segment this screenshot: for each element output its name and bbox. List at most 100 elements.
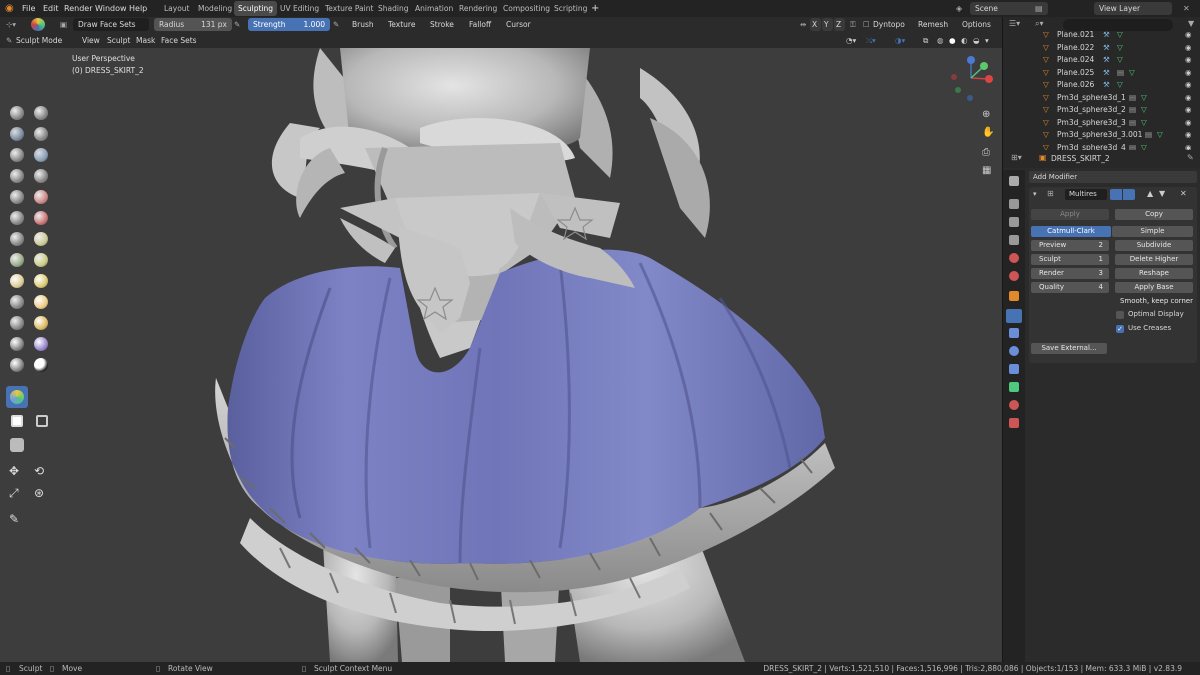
clay-brush-icon[interactable] [10, 127, 24, 141]
tab-uv-editing[interactable]: UV Editing [276, 1, 323, 16]
render-levels-field[interactable]: Render 3 [1031, 268, 1109, 279]
subdivide-button[interactable]: Subdivide [1115, 240, 1193, 251]
layer-brush-icon[interactable] [34, 148, 48, 162]
particles-tab-icon[interactable] [1009, 328, 1019, 338]
tab-shading[interactable]: Shading [374, 1, 412, 16]
fill-brush-icon[interactable] [34, 211, 48, 225]
box-mask-icon[interactable] [11, 415, 23, 427]
3d-viewport[interactable]: User Perspective (0) DRESS_SKIRT_2 ⊕ ✋ ⎙… [0, 48, 1002, 662]
remesh-menu[interactable]: Remesh [918, 18, 948, 31]
tab-sculpting[interactable]: Sculpting [234, 1, 278, 16]
tab-texture-paint[interactable]: Texture Paint [321, 1, 377, 16]
visibility-eye-icon[interactable]: ◉ [1185, 79, 1192, 91]
visibility-eye-icon[interactable]: ◉ [1185, 42, 1192, 54]
view-object-types-icon[interactable]: ◔▾ [846, 34, 856, 47]
tab-layout[interactable]: Layout [160, 1, 194, 16]
close-icon[interactable]: ✕ [1183, 0, 1190, 17]
cursor-menu[interactable]: Cursor [506, 18, 531, 31]
simple-button[interactable]: Simple [1112, 226, 1193, 237]
symmetry-icon[interactable]: ⇹ [800, 18, 806, 31]
scrape-brush-icon[interactable] [10, 232, 24, 246]
show-in-render-toggle[interactable] [1123, 189, 1135, 200]
dyntopo-checkbox[interactable]: ☐ [863, 18, 870, 31]
navigation-gizmo[interactable] [944, 52, 998, 104]
brush-name-field[interactable]: Draw Face Sets [73, 18, 149, 31]
blob-brush-icon[interactable] [34, 169, 48, 183]
world-tab-icon[interactable] [1009, 271, 1019, 281]
radius-pressure-icon[interactable]: ✎ [234, 18, 240, 31]
filter-funnel-icon[interactable]: ▼ [1188, 19, 1194, 28]
outliner-row[interactable]: ▽ Plane.025 ⚒ ▤ ▽ ◉ [1003, 67, 1200, 79]
lock-icon[interactable]: ⚿ [850, 18, 856, 31]
menu-file[interactable]: File [22, 0, 35, 17]
outliner-row[interactable]: ▽ Plane.026 ⚒ ▽ ◉ [1003, 79, 1200, 91]
draw-brush-icon[interactable] [10, 106, 24, 120]
strength-pressure-icon[interactable]: ✎ [333, 18, 339, 31]
shading-rendered-icon[interactable]: ◒ [973, 34, 980, 47]
view-layer-tab-icon[interactable] [1009, 235, 1019, 245]
texture-menu[interactable]: Texture [388, 18, 415, 31]
perspective-toggle-icon[interactable]: ▦ [982, 165, 991, 176]
mirror-y-toggle[interactable]: Y [822, 18, 833, 31]
texture-tab-icon[interactable] [1009, 418, 1019, 428]
cloth-brush-icon[interactable] [34, 337, 48, 351]
shading-solid-icon[interactable]: ● [949, 34, 956, 47]
pan-hand-icon[interactable]: ✋ [982, 127, 994, 138]
brush-menu[interactable]: Brush [352, 18, 374, 31]
view-layer-icon[interactable]: ▤ [1035, 0, 1043, 17]
dyntopo-menu[interactable]: Dyntopo [873, 18, 905, 31]
simplify-brush-icon[interactable] [10, 358, 24, 372]
tab-compositing[interactable]: Compositing [499, 1, 554, 16]
brush-icon[interactable] [31, 18, 45, 31]
render-tab-icon[interactable] [1009, 199, 1019, 209]
visibility-eye-icon[interactable]: ◉ [1185, 29, 1192, 41]
move-tool-icon[interactable]: ✥ [9, 464, 19, 478]
tool-tab-icon[interactable] [1009, 176, 1019, 186]
constraints-tab-icon[interactable] [1009, 364, 1019, 374]
blender-logo-icon[interactable]: ◉ [5, 0, 14, 17]
radius-field[interactable]: Radius 131 px [154, 18, 232, 31]
menu-window[interactable]: Window [95, 0, 127, 17]
pin-icon[interactable]: ✎ [1187, 153, 1194, 162]
mode-selector[interactable]: Sculpt Mode [16, 34, 62, 47]
clay-thumb-brush-icon[interactable] [10, 148, 24, 162]
modifier-tab-icon[interactable] [1006, 309, 1022, 323]
add-modifier-dropdown[interactable]: Add Modifier [1029, 171, 1197, 183]
quality-field[interactable]: Quality 4 [1031, 282, 1109, 293]
outliner-row[interactable]: ▽ Pm3d_sphere3d_1 ▤ ▽ ◉ [1003, 92, 1200, 104]
modifier-name-field[interactable]: Multires [1065, 189, 1107, 200]
outliner-editor-icon[interactable]: ☰▾ [1009, 19, 1020, 28]
move-down-icon[interactable]: ▼ [1159, 189, 1165, 198]
outliner-row[interactable]: ▽ Plane.024 ⚒ ▽ ◉ [1003, 54, 1200, 66]
material-tab-icon[interactable] [1009, 400, 1019, 410]
visibility-eye-icon[interactable]: ◉ [1185, 142, 1192, 150]
thumb-brush-icon[interactable] [10, 295, 24, 309]
annotate-tool-icon[interactable]: ✎ [9, 512, 19, 526]
tab-animation[interactable]: Animation [411, 1, 457, 16]
shading-wireframe-icon[interactable]: ◍ [937, 34, 944, 47]
delete-higher-button[interactable]: Delete Higher [1115, 254, 1193, 265]
catmull-clark-button[interactable]: Catmull-Clark [1031, 226, 1111, 237]
outliner-row[interactable]: ▽ Plane.021 ⚒ ▽ ◉ [1003, 29, 1200, 41]
save-external-button[interactable]: Save External... [1031, 343, 1107, 354]
draw-face-sets-tool[interactable] [6, 386, 28, 408]
mesh-filter-icon[interactable] [10, 438, 24, 452]
pinch-brush-icon[interactable] [10, 253, 24, 267]
preview-levels-field[interactable]: Preview 2 [1031, 240, 1109, 251]
box-hide-icon[interactable] [36, 415, 48, 427]
add-workspace-icon[interactable]: + [591, 0, 599, 17]
pose-brush-icon[interactable] [34, 295, 48, 309]
face-sets-menu[interactable]: Face Sets [161, 34, 197, 47]
output-tab-icon[interactable] [1009, 217, 1019, 227]
outliner-row[interactable]: ▽ Pm3d_sphere3d_3.001 ▤ ▽ ◉ [1003, 129, 1200, 141]
rotate-tool-icon[interactable]: ⟲ [34, 464, 44, 478]
object-tab-icon[interactable] [1009, 291, 1019, 301]
clay-strips-brush-icon[interactable] [34, 127, 48, 141]
visibility-eye-icon[interactable]: ◉ [1185, 67, 1192, 79]
menu-render[interactable]: Render [64, 0, 92, 17]
filter-icon[interactable]: ⌕▾ [1035, 19, 1044, 29]
sculpt-menu[interactable]: Sculpt [107, 34, 130, 47]
outliner-row[interactable]: ▽ Plane.022 ⚒ ▽ ◉ [1003, 42, 1200, 54]
copy-button[interactable]: Copy [1115, 209, 1193, 220]
shading-options-icon[interactable]: ▾ [985, 34, 989, 47]
